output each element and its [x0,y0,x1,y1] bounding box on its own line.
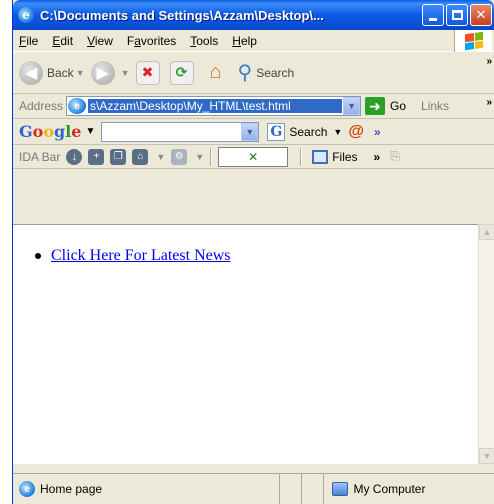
settings-icon[interactable]: ⚙ [171,148,188,165]
forward-dropdown-icon[interactable]: ▼ [121,68,130,78]
home-button[interactable]: ⌂ [204,61,228,85]
back-arrow-icon: ◀ [19,60,43,85]
status-text-area: e Home page [13,474,279,504]
toolbar-separator [210,147,213,166]
address-bar: Address e s\Azzam\Desktop\My_HTML\test.h… [13,94,494,119]
go-button[interactable]: Go [390,99,406,113]
google-chevron-icon[interactable]: » [374,125,381,139]
ida-chevron-icon[interactable]: » [374,150,381,164]
my-computer-icon [332,482,349,496]
status-text: Home page [40,482,103,496]
refresh-button[interactable]: ⟳ [169,60,194,85]
scroll-up-icon[interactable]: ▲ [479,224,494,240]
forward-arrow-icon: ▶ [90,60,115,85]
google-search-icon[interactable]: G [267,122,286,141]
bullet-icon [35,253,41,259]
google-search-input[interactable]: ▼ [101,121,260,142]
close-icon: ✕ [475,7,487,22]
menu-bar: File Edit View Favorites Tools Help [13,30,494,52]
google-menu-dropdown-icon[interactable]: ▼ [85,126,95,137]
status-pane [279,474,301,504]
page-icon: e [68,98,87,114]
maximize-button[interactable] [446,4,468,26]
google-toolbar: Google ▼ ▼ G Search ▼ @ » [13,119,494,145]
minimize-button[interactable] [422,4,444,26]
news-list: Click Here For Latest News [35,247,479,265]
settings-dropdown-icon[interactable]: ▼ [195,152,204,162]
ida-toolbar: IDA Bar ↓ + ❐ ⌂ ▼ ⚙ ▼ ✕ Files » ⎘ [13,145,494,169]
internet-explorer-icon: e [18,7,34,23]
caption-buttons: ✕ [422,4,492,26]
ida-bar-label: IDA Bar [19,149,61,164]
menu-tools[interactable]: Tools [190,34,218,48]
back-button[interactable]: ◀ Back ▼ [19,60,85,85]
address-value[interactable]: s\Azzam\Desktop\My_HTML\test.html [88,99,343,113]
toolbar-chevron-icon[interactable]: » [486,56,492,67]
page-content: Click Here For Latest News [13,224,479,464]
sparkle-button[interactable]: ✕ [218,146,289,167]
back-label: Back [47,65,74,80]
windows-logo [454,30,492,52]
desktop-backdrop [0,0,12,504]
menu-favorites[interactable]: Favorites [127,34,176,48]
links-chevron-icon[interactable]: » [486,97,492,108]
vertical-scrollbar[interactable]: ▲ ▼ [478,224,494,464]
minimize-icon [429,17,437,21]
google-logo[interactable]: Google [19,122,81,141]
close-button[interactable]: ✕ [470,4,492,26]
list-item: Click Here For Latest News [35,247,479,265]
address-input[interactable]: e s\Azzam\Desktop\My_HTML\test.html ▼ [66,96,362,116]
standard-toolbar: ◀ Back ▼ ▶ ▼ ✖ ⟳ ⌂ ⚲ Search » [13,52,494,94]
pagerank-spiral-icon[interactable]: @ [348,123,364,141]
add-icon[interactable]: + [88,148,105,165]
go-arrow-icon[interactable]: ➜ [365,97,386,115]
copy-icon[interactable]: ❐ [110,148,127,165]
extra-icon[interactable]: ⎘ [390,149,400,164]
google-search-button[interactable]: Search [289,125,327,139]
address-label: Address [19,99,64,113]
security-zone: My Computer [323,474,494,504]
status-page-icon: e [19,481,35,497]
google-search-dropdown-arrow-icon[interactable]: ▼ [333,127,342,137]
status-pane [301,474,323,504]
ie-window: e C:\Documents and Settings\Azzam\Deskto… [12,0,494,504]
links-button[interactable]: Links [421,99,449,113]
download-icon[interactable]: ↓ [66,148,83,165]
status-bar: e Home page My Computer [13,473,494,504]
stop-button[interactable]: ✖ [135,60,160,85]
home-page-icon[interactable]: ⌂ [132,148,149,165]
search-label: Search [256,65,295,80]
scroll-down-icon[interactable]: ▼ [479,448,494,464]
search-button[interactable]: ⚲ Search [238,60,295,85]
windows-flag-icon [464,31,483,51]
sparkle-icon: ✕ [248,149,259,164]
menu-view[interactable]: View [87,34,113,48]
zone-label: My Computer [353,482,426,496]
menu-file[interactable]: File [19,34,38,48]
ida-dropdown-icon[interactable]: ▼ [156,152,165,162]
window-title: C:\Documents and Settings\Azzam\Desktop\… [40,7,324,23]
google-search-dropdown-icon[interactable]: ▼ [241,122,259,141]
toolbar-separator-2 [300,147,303,166]
menu-help[interactable]: Help [232,34,257,48]
files-icon [312,149,329,164]
menu-edit[interactable]: Edit [52,34,73,48]
title-bar[interactable]: e C:\Documents and Settings\Azzam\Deskto… [13,0,494,30]
status-panes [279,474,323,504]
files-label: Files [332,149,358,164]
files-button[interactable]: Files [312,149,358,164]
forward-button[interactable]: ▶ ▼ [90,60,130,85]
back-dropdown-icon[interactable]: ▼ [76,68,85,78]
latest-news-link[interactable]: Click Here For Latest News [51,247,231,265]
maximize-icon [451,10,463,20]
search-icon: ⚲ [237,62,253,84]
address-dropdown-icon[interactable]: ▼ [343,97,361,115]
